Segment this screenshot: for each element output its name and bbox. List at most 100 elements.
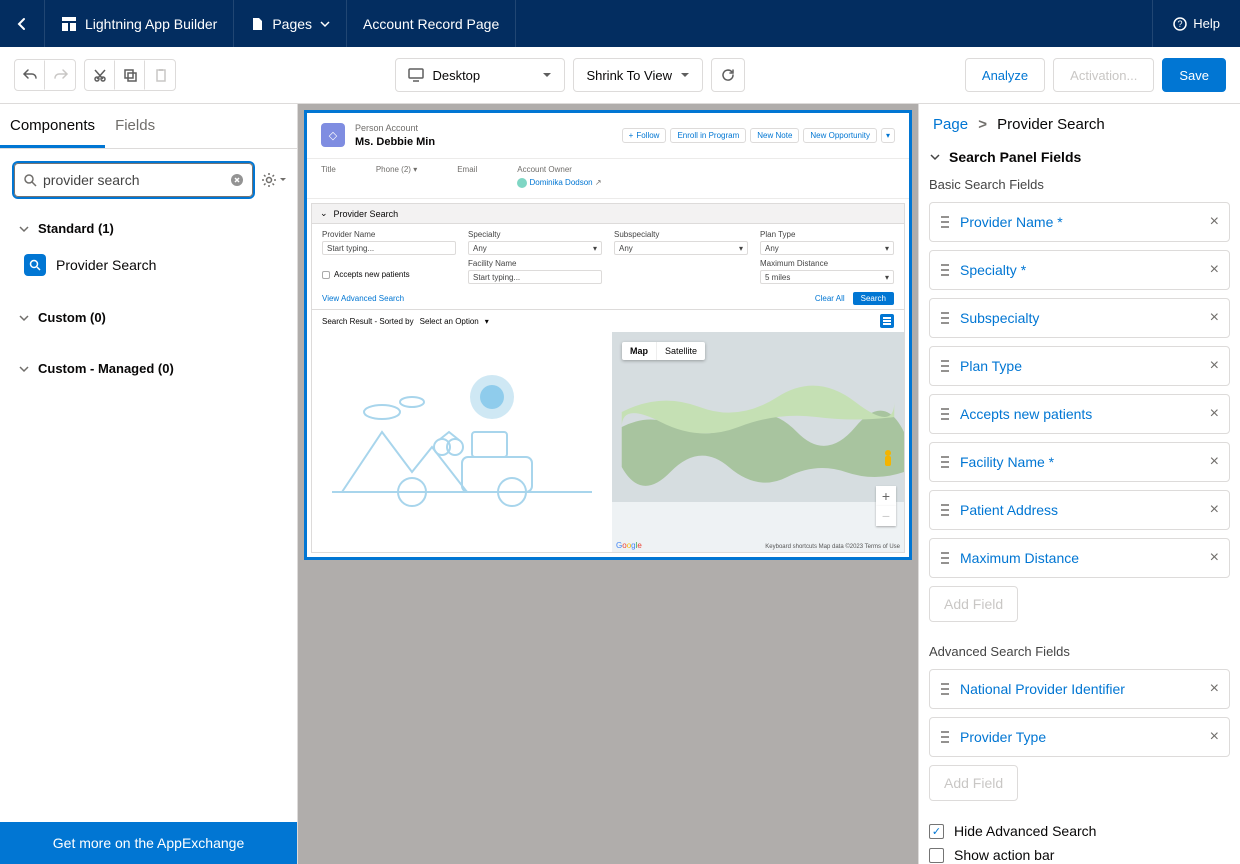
remove-field-icon[interactable]: ×	[1210, 213, 1219, 231]
view-toggle-button[interactable]	[880, 314, 894, 328]
drag-handle-icon[interactable]	[940, 730, 950, 744]
facility-input[interactable]: Start typing...	[468, 270, 602, 284]
field-email-label: Email	[457, 165, 477, 174]
tab-components[interactable]: Components	[0, 104, 105, 148]
caret-down-icon	[680, 70, 690, 80]
field-chip[interactable]: Provider Type×	[929, 717, 1230, 757]
drag-handle-icon[interactable]	[940, 263, 950, 277]
drag-handle-icon[interactable]	[940, 215, 950, 229]
undo-button[interactable]	[15, 60, 45, 90]
facility-label: Facility Name	[468, 259, 602, 268]
category-custom[interactable]: Custom (0)	[14, 300, 283, 335]
remove-field-icon[interactable]: ×	[1210, 453, 1219, 471]
checkbox-unchecked-icon	[929, 848, 944, 863]
remove-field-icon[interactable]: ×	[1210, 501, 1219, 519]
field-chip[interactable]: Patient Address×	[929, 490, 1230, 530]
remove-field-icon[interactable]: ×	[1210, 309, 1219, 327]
plan-type-select[interactable]: Any▾	[760, 241, 894, 255]
more-actions-button[interactable]: ▾	[881, 128, 895, 143]
clear-search-icon[interactable]	[230, 173, 244, 187]
section-search-panel-fields[interactable]: Search Panel Fields	[929, 149, 1230, 165]
view-advanced-link[interactable]: View Advanced Search	[322, 294, 404, 303]
cut-button[interactable]	[85, 60, 115, 90]
drag-handle-icon[interactable]	[940, 311, 950, 325]
remove-field-icon[interactable]: ×	[1210, 680, 1219, 698]
drag-handle-icon[interactable]	[940, 359, 950, 373]
category-standard[interactable]: Standard (1)	[14, 211, 283, 246]
enroll-button[interactable]: Enroll in Program	[670, 128, 746, 143]
component-search[interactable]	[14, 163, 253, 197]
chevron-down-icon	[18, 223, 30, 235]
page-preview[interactable]: ◇ Person Account Ms. Debbie Min +Follow …	[304, 110, 912, 560]
drag-handle-icon[interactable]	[940, 407, 950, 421]
remove-field-icon[interactable]: ×	[1210, 357, 1219, 375]
app-title: Lightning App Builder	[45, 0, 234, 47]
search-input[interactable]	[43, 172, 224, 188]
map-type-toggle[interactable]: MapSatellite	[622, 342, 705, 360]
zoom-in-button[interactable]: +	[876, 486, 896, 506]
redo-button[interactable]	[45, 60, 75, 90]
subspecialty-label: Subspecialty	[614, 230, 748, 239]
sort-select[interactable]: Select an Option▾	[420, 317, 500, 326]
new-opportunity-button[interactable]: New Opportunity	[803, 128, 877, 143]
back-button[interactable]	[0, 0, 45, 47]
zoom-out-button[interactable]: −	[876, 506, 896, 526]
search-button[interactable]: Search	[853, 292, 894, 305]
new-note-button[interactable]: New Note	[750, 128, 799, 143]
field-chip[interactable]: Facility Name *×	[929, 442, 1230, 482]
clear-all-link[interactable]: Clear All	[815, 294, 845, 303]
max-distance-label: Maximum Distance	[760, 259, 894, 268]
pages-dropdown[interactable]: Pages	[234, 0, 347, 47]
hide-advanced-checkbox[interactable]: ✓ Hide Advanced Search	[929, 823, 1230, 839]
component-provider-search[interactable]: Provider Search	[14, 246, 283, 284]
refresh-icon	[721, 68, 735, 82]
save-button[interactable]: Save	[1162, 58, 1226, 92]
field-chip[interactable]: Specialty *×	[929, 250, 1230, 290]
owner-link[interactable]: Dominika Dodson	[529, 178, 592, 187]
remove-field-icon[interactable]: ×	[1210, 728, 1219, 746]
zoom-selector[interactable]: Shrink To View	[573, 58, 703, 92]
field-chip-label: Maximum Distance	[960, 550, 1200, 566]
activation-button[interactable]: Activation...	[1053, 58, 1154, 92]
add-basic-field-button[interactable]: Add Field	[929, 586, 1018, 622]
map-view[interactable]: MapSatellite + − Google Keyboard shortcu…	[612, 332, 904, 552]
follow-button[interactable]: +Follow	[622, 128, 667, 143]
field-chip[interactable]: Maximum Distance ×	[929, 538, 1230, 578]
breadcrumb-page-link[interactable]: Page	[933, 116, 968, 133]
drag-handle-icon[interactable]	[940, 455, 950, 469]
drag-handle-icon[interactable]	[940, 503, 950, 517]
paste-button[interactable]	[145, 60, 175, 90]
remove-field-icon[interactable]: ×	[1210, 405, 1219, 423]
accepts-checkbox[interactable]	[322, 271, 330, 279]
field-chip[interactable]: Subspecialty×	[929, 298, 1230, 338]
field-chip-label: Plan Type	[960, 358, 1200, 374]
device-selector[interactable]: Desktop	[395, 58, 565, 92]
help-button[interactable]: ? Help	[1152, 0, 1240, 47]
device-label: Desktop	[432, 68, 480, 83]
top-navbar: Lightning App Builder Pages Account Reco…	[0, 0, 1240, 47]
tab-fields[interactable]: Fields	[105, 104, 165, 148]
pegman-icon[interactable]	[880, 448, 896, 472]
appexchange-link[interactable]: Get more on the AppExchange	[0, 822, 297, 864]
provider-name-input[interactable]: Start typing...	[322, 241, 456, 255]
field-chip[interactable]: Provider Name *×	[929, 202, 1230, 242]
add-advanced-field-button[interactable]: Add Field	[929, 765, 1018, 801]
drag-handle-icon[interactable]	[940, 682, 950, 696]
field-chip[interactable]: National Provider Identifier×	[929, 669, 1230, 709]
remove-field-icon[interactable]: ×	[1210, 549, 1219, 567]
copy-button[interactable]	[115, 60, 145, 90]
drag-handle-icon[interactable]	[940, 551, 950, 565]
analyze-button[interactable]: Analyze	[965, 58, 1045, 92]
max-distance-select[interactable]: 5 miles▾	[760, 270, 894, 284]
subspecialty-select[interactable]: Any▾	[614, 241, 748, 255]
specialty-select[interactable]: Any▾	[468, 241, 602, 255]
show-action-bar-checkbox[interactable]: Show action bar	[929, 847, 1230, 863]
field-chip[interactable]: Plan Type ×	[929, 346, 1230, 386]
field-phone-label: Phone (2) ▾	[376, 165, 417, 174]
filter-settings[interactable]	[261, 172, 287, 188]
remove-field-icon[interactable]: ×	[1210, 261, 1219, 279]
refresh-button[interactable]	[711, 58, 745, 92]
provider-search-component[interactable]: ⌄ Provider Search Provider NameStart typ…	[311, 203, 905, 553]
field-chip[interactable]: Accepts new patients×	[929, 394, 1230, 434]
category-managed[interactable]: Custom - Managed (0)	[14, 351, 283, 386]
